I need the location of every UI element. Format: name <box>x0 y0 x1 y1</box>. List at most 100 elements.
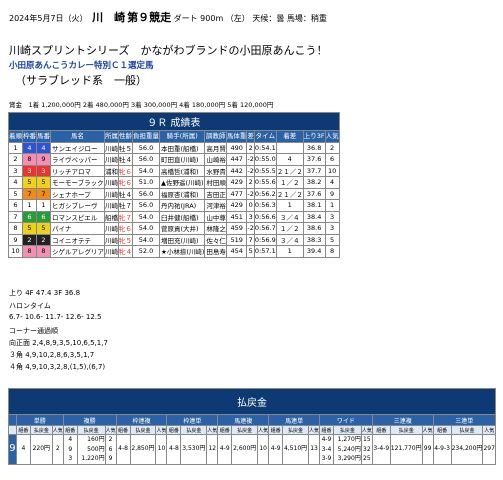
result-last-3f: 38.2 <box>302 176 326 189</box>
race-number: 第９競走 <box>127 11 172 24</box>
result-sex-age: 牝６ <box>118 164 133 177</box>
result-time: 0:55.5 <box>253 164 277 177</box>
result-horse-name: ライヴペッパー <box>50 153 105 166</box>
result-popularity: 2 <box>324 141 340 154</box>
payout-type-header: 単勝 <box>15 414 64 426</box>
result-margin: ２１／２ <box>275 164 304 177</box>
track-condition: 馬場：稍重 <box>286 14 327 23</box>
result-time: 0:56.6 <box>253 210 277 223</box>
result-weight-carried: 56.0 <box>132 187 160 200</box>
result-jockey: ▲佐野遥(川崎) <box>158 176 206 189</box>
result-jockey: 丹内祐(JRA) <box>158 199 206 212</box>
fukusho-combo: 3 <box>68 455 73 462</box>
result-last-3f: 39.4 <box>302 245 326 258</box>
result-gate: 8 <box>22 245 37 258</box>
result-horse-no: 9 <box>36 153 51 166</box>
result-weight-diff: 7 <box>246 233 255 246</box>
result-sex-age: 牝６ <box>118 176 133 189</box>
result-finish: 7 <box>8 210 23 223</box>
result-jockey: 高橋哲(浦和) <box>158 164 206 177</box>
agari-time: 上り 4F 47.4 3F 36.8 <box>9 289 81 297</box>
results-header-cell: 上り3F <box>302 130 326 143</box>
wide-payout: 3,290円 <box>337 455 361 462</box>
result-time: 0:57.1 <box>253 245 277 258</box>
result-body-weight: 442 <box>225 164 248 177</box>
result-trainer: 村田順 <box>204 176 227 189</box>
results-header-cell: 着順 <box>8 130 23 143</box>
payout-sub-header: 払戻金 <box>389 425 423 435</box>
result-body-weight: 429 <box>225 176 248 189</box>
payout-sub-header: 組番 <box>432 425 452 435</box>
table-row: 9 2 2 コイニオテテ 川崎 牝５ 54.0 増田充(川崎) 佐々仁 519 7 0:56.9 ３／４… <box>8 233 340 246</box>
result-margin: 1 <box>275 245 304 258</box>
result-popularity: 3 <box>324 222 340 235</box>
result-horse-no: 1 <box>36 199 51 212</box>
results-header-cell: 人気 <box>324 130 340 143</box>
results-header-cell: 性齢 <box>118 130 133 143</box>
table-row: 6 1 1 ヒガシブレーヴ 川崎 牡７ 56.0 丹内祐(JRA) 河津裕 429 0 0:56.3 1… <box>8 199 340 212</box>
fukusho-payout: 160円 <box>87 436 105 443</box>
result-gate: 7 <box>22 187 37 200</box>
result-stable: 川崎 <box>104 233 119 246</box>
payout-sub-header: 払戻金 <box>180 425 208 435</box>
result-weight-carried: 54.0 <box>132 164 160 177</box>
results-header-cell: 馬番 <box>36 130 51 143</box>
result-stable: 川崎 <box>104 187 119 200</box>
tansho-combo: 4 <box>15 434 31 465</box>
result-horse-no: 4 <box>36 141 51 154</box>
result-weight-diff: -2 <box>246 187 255 200</box>
table-row: 7 6 6 ロマンスピエル 船橋 牝７ 54.0 臼井健(船橋) 山中尊 451 3 0:56.6 ３／… <box>8 210 340 223</box>
result-popularity: 6 <box>324 153 340 166</box>
result-finish: 10 <box>8 245 23 258</box>
payout-sub-header: 払戻金 <box>76 425 106 435</box>
result-body-weight: 454 <box>225 245 248 258</box>
payout-sub-header: 組番 <box>115 425 131 435</box>
result-popularity: 3 <box>324 210 340 223</box>
result-last-3f: 36.8 <box>302 141 326 154</box>
payout-sub-header: 人気 <box>206 425 219 435</box>
result-last-3f: 38.6 <box>302 222 326 235</box>
result-horse-no: 5 <box>36 222 51 235</box>
table-row: 3 3 3 リッチアロマ 浦和 牝６ 54.0 高橋哲(浦和) 水野貴 442 -2 0:55.5 ２１… <box>8 164 340 177</box>
payout-title: 払戻金 <box>8 388 496 415</box>
result-margin: ３／４ <box>275 233 304 246</box>
result-horse-name: シゲルアレグリア <box>50 245 105 258</box>
sanrentan-combo: 4-9-3 <box>432 434 452 465</box>
table-row: 1 4 4 サンエイジロー 川崎 牡５ 56.0 本田重(船橋) 高月賢 490 2 0:54.1 36… <box>8 141 340 154</box>
fukusho-popularity: 6 <box>108 445 113 453</box>
sanrentan-popularity: 297 <box>482 434 496 465</box>
payout-sub-header: 払戻金 <box>282 425 310 435</box>
race-subtitle: 小田原あんこうカレー特別Ｃ１選定馬 <box>9 61 154 71</box>
result-horse-name: ロマンスピエル <box>50 210 105 223</box>
results-header-cell: 馬名 <box>50 130 105 143</box>
result-finish: 1 <box>8 141 23 154</box>
payout-sub-header: 払戻金 <box>450 425 484 435</box>
result-margin: ２１／２ <box>275 187 304 200</box>
result-sex-age: 牡４ <box>118 153 133 166</box>
result-stable: 川崎 <box>104 176 119 189</box>
result-horse-name: シェナホープ <box>50 187 105 200</box>
result-last-3f: 37.7 <box>302 164 326 177</box>
result-weight-carried: 52.0 <box>132 245 160 258</box>
result-trainer: 高月賢 <box>204 141 227 154</box>
result-sex-age: 牝６ <box>118 222 133 235</box>
table-row: 10 8 8 シゲルアレグリア 川崎 牝４ 52.0 ★小林捺(川崎) 田島寿 454 5 0:57.… <box>8 245 340 258</box>
result-gate: 5 <box>22 222 37 235</box>
wide-combo: 4-9 <box>321 436 332 443</box>
result-finish: 3 <box>8 164 23 177</box>
result-horse-name: サンエイジロー <box>50 141 105 154</box>
payout-type-header: 複勝 <box>62 414 117 426</box>
result-last-3f: 37.6 <box>302 187 326 200</box>
wakuren-fuku-payout: 2,850円 <box>129 434 157 465</box>
result-margin: 1 <box>275 199 304 212</box>
sanrentan-payout: 234,200円 <box>450 434 484 465</box>
result-time: 0:56.9 <box>253 233 277 246</box>
payout-type-header: 馬連単 <box>268 414 321 426</box>
sanrenpuku-payout: 121,770円 <box>389 434 423 465</box>
results-header-cell: 調教師 <box>204 130 227 143</box>
result-last-3f: 37.6 <box>302 153 326 166</box>
result-finish: 9 <box>8 233 23 246</box>
wide-payout: 1,270円 <box>337 436 361 443</box>
halon-label: ハロンタイム <box>9 302 51 310</box>
result-trainer: 田島寿 <box>204 245 227 258</box>
